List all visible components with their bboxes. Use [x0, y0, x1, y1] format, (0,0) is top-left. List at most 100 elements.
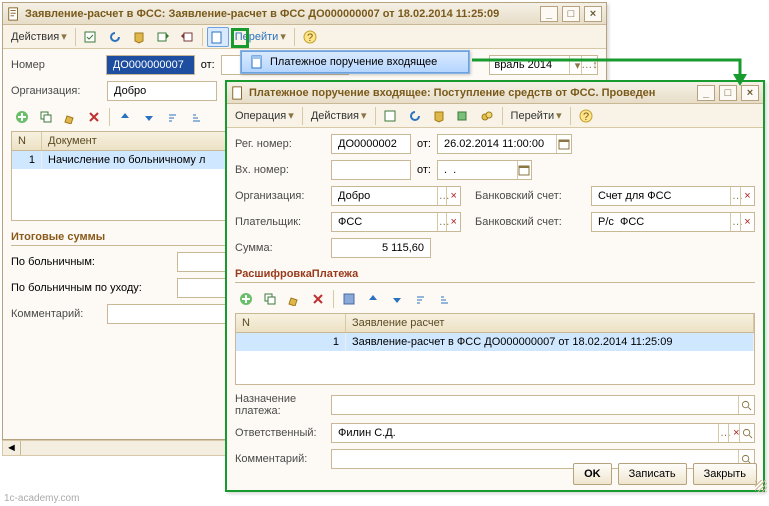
maximize-button-2[interactable]: □	[719, 85, 737, 101]
sort-asc-icon[interactable]	[162, 107, 184, 127]
sort-desc-icon[interactable]	[186, 107, 208, 127]
payer-field[interactable]	[331, 212, 461, 232]
edit-row-icon[interactable]	[59, 107, 81, 127]
from-label-2: от:	[417, 138, 431, 150]
scroll-icon-2[interactable]	[428, 106, 450, 126]
org-label-2: Организация:	[235, 190, 325, 202]
move-up-icon[interactable]	[114, 107, 136, 127]
resp-label: Ответственный:	[235, 427, 325, 439]
bank1-label: Банковский счет:	[475, 190, 585, 202]
org-label: Организация:	[11, 85, 101, 97]
in-no-label: Вх. номер:	[235, 164, 325, 176]
delete-row-icon[interactable]	[83, 107, 105, 127]
add-row-icon[interactable]	[235, 289, 257, 309]
delete-row-icon[interactable]	[307, 289, 329, 309]
bank2-label: Банковский счет:	[475, 216, 585, 228]
close-button-2[interactable]: ×	[741, 85, 759, 101]
refresh-icon-2[interactable]	[404, 106, 426, 126]
copy-row-icon[interactable]	[35, 107, 57, 127]
toolbar-2: Операция▾ Действия▾ Перейти▾ ?	[227, 104, 763, 128]
decr-head: РасшифровкаПлатежа	[235, 264, 755, 283]
calendar-icon-2[interactable]	[517, 161, 531, 179]
grid-row-2[interactable]: 1 Заявление-расчет в ФСС ДО000000007 от …	[236, 333, 754, 351]
number-input[interactable]	[111, 58, 190, 72]
clear-icon[interactable]	[446, 187, 460, 205]
reg-no-label: Рег. номер:	[235, 138, 325, 150]
save-button[interactable]: Записать	[618, 463, 687, 485]
goto-dropdown: Платежное поручение входящее	[240, 50, 470, 74]
import-icon[interactable]	[176, 27, 198, 47]
toolbar: Действия▾ Перейти▾ ?	[3, 25, 606, 49]
comment-label-2: Комментарий:	[235, 453, 325, 465]
purpose-label: Назначение платежа:	[235, 393, 325, 417]
svg-text:?: ?	[583, 111, 589, 123]
close-button[interactable]: ×	[584, 6, 602, 22]
resp-field[interactable]	[331, 423, 755, 443]
nav-new-icon[interactable]	[207, 27, 229, 47]
number-field[interactable]	[106, 55, 195, 75]
minimize-button[interactable]: _	[540, 6, 558, 22]
sum-label: Сумма:	[235, 242, 325, 254]
period-step-icon[interactable]: ↕	[581, 56, 597, 74]
reg-date-field[interactable]	[437, 134, 572, 154]
actions-menu-2[interactable]: Действия▾	[307, 106, 371, 126]
titlebar-2: Платежное поручение входящее: Поступлени…	[227, 82, 763, 104]
org-field[interactable]	[107, 81, 217, 101]
org-field-2[interactable]	[331, 186, 461, 206]
sort-desc-icon[interactable]	[434, 289, 456, 309]
actions-menu[interactable]: Действия▾	[7, 27, 71, 47]
svg-text:?: ?	[307, 32, 313, 44]
refresh-icon[interactable]	[104, 27, 126, 47]
edit-row-icon[interactable]	[283, 289, 305, 309]
help-icon-2[interactable]: ?	[575, 106, 597, 126]
save-post-icon[interactable]	[380, 106, 402, 126]
org-input[interactable]	[112, 84, 212, 98]
reg-no-field[interactable]	[331, 134, 411, 154]
clear-icon[interactable]	[740, 213, 754, 231]
sort-asc-icon[interactable]	[410, 289, 432, 309]
menu-item-incoming-payment[interactable]: Платежное поручение входящее	[241, 51, 469, 73]
move-down-icon[interactable]	[138, 107, 160, 127]
highlight-goto-btn	[231, 28, 249, 48]
calendar-icon[interactable]	[556, 135, 571, 153]
save-icon[interactable]	[338, 289, 360, 309]
footer-buttons: OK Записать Закрыть	[573, 463, 757, 485]
title-text: Заявление-расчет в ФСС: Заявление-расчет…	[25, 8, 499, 20]
period-field[interactable]: враль 2014 ▾ ↕	[489, 55, 598, 75]
search-icon[interactable]	[738, 396, 754, 414]
post-green-icon[interactable]	[452, 106, 474, 126]
bank1-field[interactable]	[591, 186, 755, 206]
copy-row-icon[interactable]	[259, 289, 281, 309]
grid-toolbar-2	[235, 289, 755, 309]
ok-button[interactable]: OK	[573, 463, 612, 485]
coins-icon[interactable]	[476, 106, 498, 126]
minimize-button-2[interactable]: _	[697, 85, 715, 101]
doc-icon	[7, 7, 21, 21]
payment-grid[interactable]: N Заявление расчет 1 Заявление-расчет в …	[235, 313, 755, 385]
in-date-field[interactable]	[437, 160, 532, 180]
maximize-button[interactable]: □	[562, 6, 580, 22]
close-button-footer[interactable]: Закрыть	[693, 463, 757, 485]
col-n-2: N	[236, 314, 346, 332]
search-icon[interactable]	[739, 424, 754, 442]
move-down-icon[interactable]	[386, 289, 408, 309]
operation-menu[interactable]: Операция▾	[231, 106, 298, 126]
in-from-label: от:	[417, 164, 431, 176]
purpose-field[interactable]	[331, 395, 755, 415]
goto-menu-2[interactable]: Перейти▾	[507, 106, 566, 126]
sum-field[interactable]	[331, 238, 431, 258]
export-icon[interactable]	[152, 27, 174, 47]
help-icon[interactable]: ?	[299, 27, 321, 47]
col-n: N	[12, 132, 42, 150]
scroll-icon[interactable]	[128, 27, 150, 47]
payer-label: Плательщик:	[235, 216, 325, 228]
in-no-field[interactable]	[331, 160, 411, 180]
clear-icon[interactable]	[446, 213, 460, 231]
post-icon[interactable]	[80, 27, 102, 47]
clear-icon[interactable]	[740, 187, 754, 205]
move-up-icon[interactable]	[362, 289, 384, 309]
incoming-payment-window: Платежное поручение входящее: Поступлени…	[225, 80, 765, 492]
bank2-field[interactable]	[591, 212, 755, 232]
number-label: Номер	[11, 59, 100, 71]
add-row-icon[interactable]	[11, 107, 33, 127]
